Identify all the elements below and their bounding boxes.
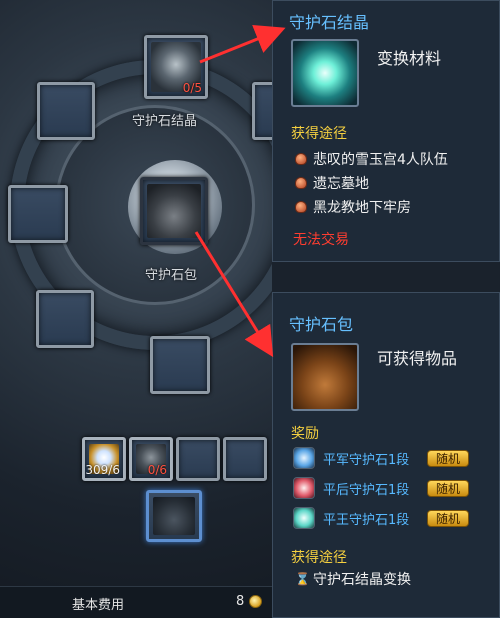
- ingredient-slot-1[interactable]: 309/6: [82, 437, 126, 481]
- source-item: 黑龙教地下牢房: [295, 197, 411, 217]
- dungeon-icon: [295, 177, 307, 189]
- source-text: 守护石结晶变换: [313, 572, 411, 588]
- dungeon-icon: [295, 153, 307, 165]
- source-item: ⌛ 守护石结晶变换: [295, 569, 411, 589]
- bag-label: 守护石包: [145, 268, 198, 283]
- ingredient-1-count: 309/6: [85, 463, 120, 477]
- crystal-label: 守护石结晶: [132, 114, 198, 129]
- tooltip-kind: 变换材料: [377, 49, 442, 68]
- ring-slot-bottom[interactable]: [150, 336, 210, 394]
- reward-header: 奖励: [291, 426, 319, 442]
- crafting-board: 0/5 守护石结晶 守护石包 309/6 0/6 基本费用 8: [0, 0, 272, 618]
- reward-name: 平后守护石1段: [323, 482, 410, 498]
- crystal-slot[interactable]: 0/5: [144, 35, 208, 99]
- source-text: 黑龙教地下牢房: [313, 200, 411, 216]
- tooltip-title: 守护石结晶: [289, 13, 370, 32]
- bag-large-icon: [291, 343, 359, 411]
- blue-gem-icon: [293, 447, 315, 469]
- fee-value: 8: [236, 594, 245, 609]
- random-badge: 随机: [427, 509, 470, 527]
- reward-item: 平后守护石1段 随机: [293, 477, 470, 499]
- ingredient-slot-3[interactable]: [176, 437, 220, 481]
- source-text: 遗忘墓地: [313, 176, 369, 192]
- bag-tooltip: 守护石包 可获得物品 奖励 平军守护石1段 随机 平后守护石1段 随机 平王守护…: [272, 292, 500, 618]
- gold-coin-icon: [249, 595, 262, 608]
- crystal-count: 0/5: [182, 81, 202, 95]
- red-gem-icon: [293, 477, 315, 499]
- tooltip-kind: 可获得物品: [377, 349, 458, 368]
- bag-item-icon: [147, 184, 201, 238]
- fee-bar: 基本费用 8: [0, 586, 272, 618]
- reward-item: 平王守护石1段 随机: [293, 507, 470, 529]
- source-header: 获得途径: [291, 126, 347, 142]
- bag-slot[interactable]: [140, 177, 208, 245]
- random-badge: 随机: [427, 449, 470, 467]
- ring-slot-upper-right[interactable]: [252, 82, 272, 140]
- ingredient-slot-4[interactable]: [223, 437, 267, 481]
- source-item: 悲叹的雪玉宫4人队伍: [295, 149, 448, 169]
- ingredient-slot-2[interactable]: 0/6: [129, 437, 173, 481]
- ring-slot-upper-left[interactable]: [37, 82, 95, 140]
- source-text: 悲叹的雪玉宫4人队伍: [313, 152, 448, 168]
- source-header: 获得途径: [291, 550, 347, 566]
- untradable-text: 无法交易: [293, 232, 349, 248]
- teal-gem-icon: [293, 507, 315, 529]
- result-bag-icon: [153, 497, 195, 535]
- fee-label: 基本费用: [72, 598, 125, 613]
- hourglass-icon: ⌛: [295, 572, 310, 586]
- reward-item: 平军守护石1段 随机: [293, 447, 470, 469]
- ingredient-2-count: 0/6: [147, 463, 167, 477]
- dungeon-icon: [295, 201, 307, 213]
- ring-slot-lower-left[interactable]: [36, 290, 94, 348]
- result-slot[interactable]: [146, 490, 202, 542]
- reward-name: 平军守护石1段: [323, 452, 410, 468]
- ring-slot-left[interactable]: [8, 185, 68, 243]
- source-item: 遗忘墓地: [295, 173, 369, 193]
- crystal-tooltip: 守护石结晶 变换材料 获得途径 悲叹的雪玉宫4人队伍 遗忘墓地 黑龙教地下牢房 …: [272, 0, 500, 262]
- crystal-large-icon: [291, 39, 359, 107]
- random-badge: 随机: [427, 479, 470, 497]
- reward-name: 平王守护石1段: [323, 512, 410, 528]
- tooltip-title: 守护石包: [289, 315, 354, 334]
